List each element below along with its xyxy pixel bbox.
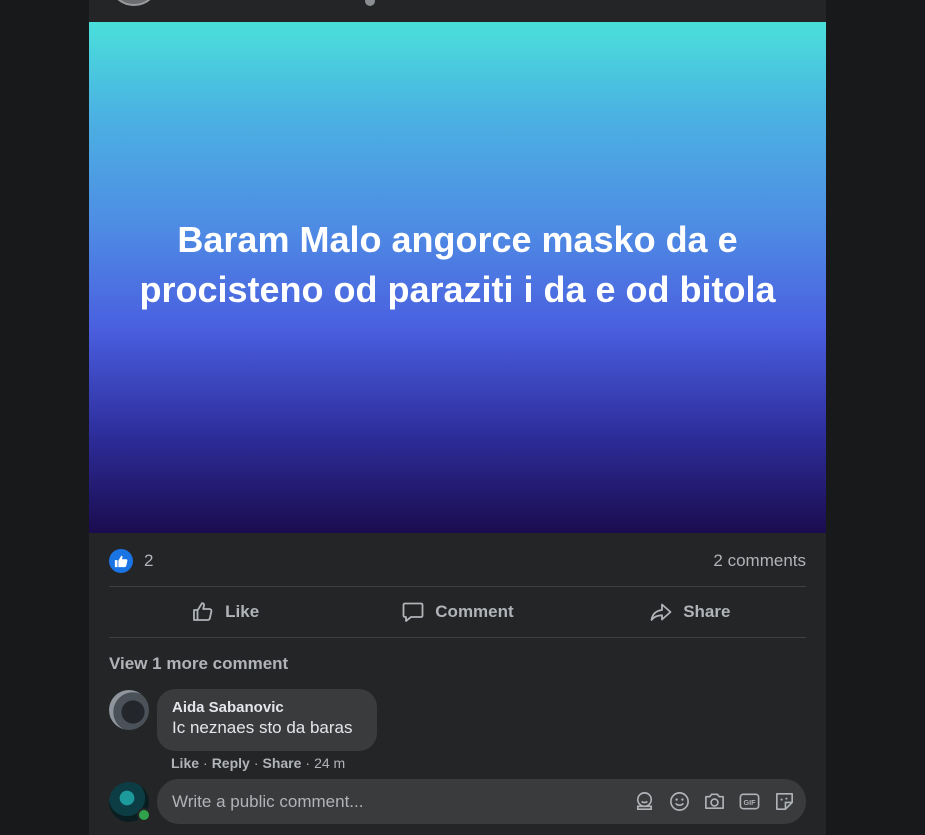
share-label: Share (683, 602, 731, 621)
like-button[interactable]: Like (109, 588, 341, 636)
reaction-bar: 2 2 comments (109, 546, 806, 574)
privacy-icon[interactable] (365, 0, 375, 6)
thumbs-up-icon (193, 602, 213, 621)
divider (109, 586, 806, 587)
comment-bubble: Aida Sabanovic Ic neznaes sto da baras (157, 689, 377, 751)
comment-like-link[interactable]: Like (171, 755, 199, 771)
camera-icon[interactable] (703, 790, 726, 813)
comment-placeholder: Write a public comment... (172, 792, 364, 811)
like-reaction-icon[interactable] (109, 549, 133, 573)
share-button[interactable]: Share (574, 588, 806, 636)
comment-share-link[interactable]: Share (262, 755, 301, 771)
comment-text: Ic neznaes sto da baras (172, 718, 353, 737)
comments-count[interactable]: 2 comments (713, 551, 806, 571)
comment-icon (402, 602, 424, 622)
reaction-count[interactable]: 2 (144, 551, 153, 571)
emoji-icon[interactable] (668, 790, 691, 813)
comment-input[interactable]: Write a public comment... GIF (157, 779, 806, 824)
post-background: Baram Malo angorce masko da e procisteno… (89, 22, 826, 533)
share-icon (650, 603, 672, 621)
gif-icon[interactable]: GIF (738, 790, 761, 813)
avatar-sticker-icon[interactable] (633, 790, 656, 813)
post-text: Baram Malo angorce masko da e procisteno… (139, 218, 776, 310)
post-card: Baram Malo angorce masko da e procisteno… (89, 0, 826, 835)
sticker-icon[interactable] (773, 790, 796, 813)
svg-text:GIF: GIF (744, 799, 757, 807)
online-status-indicator (137, 808, 151, 822)
post-actions: Like Comment Share (109, 588, 806, 636)
comment-button[interactable]: Comment (341, 588, 573, 636)
author-avatar[interactable] (111, 0, 157, 6)
composer-icons: GIF (633, 790, 796, 813)
comment-actions: Like · Reply · Share · 24 m (171, 755, 346, 771)
commenter-avatar[interactable] (109, 690, 149, 730)
comment-author[interactable]: Aida Sabanovic (172, 699, 362, 716)
comment-label: Comment (435, 602, 514, 621)
like-label: Like (225, 602, 260, 621)
post-header (89, 0, 826, 22)
divider (109, 637, 806, 638)
comment-timestamp[interactable]: 24 m (314, 755, 345, 771)
view-more-comments-link[interactable]: View 1 more comment (109, 654, 288, 674)
comment-reply-link[interactable]: Reply (212, 755, 250, 771)
